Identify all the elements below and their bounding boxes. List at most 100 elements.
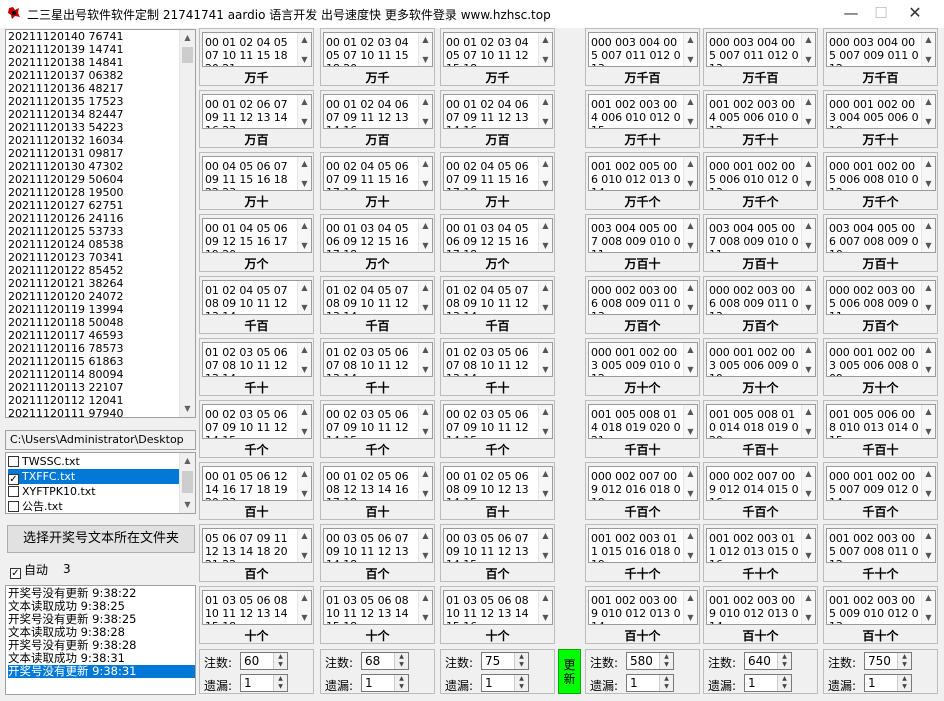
spinner-arrows[interactable]: ▲ ▼ [659, 675, 673, 691]
scroll-up-arrow-icon[interactable]: ▲ [419, 281, 432, 294]
spin-up-icon[interactable]: ▲ [515, 675, 528, 683]
combo-numbers-box[interactable]: 000 002 003 005 006 008 009 011▲▼ [826, 280, 936, 315]
scroll-down-arrow-icon[interactable]: ▼ [684, 487, 697, 500]
combo-scrollbar[interactable]: ▲ ▼ [683, 405, 697, 438]
scroll-up-arrow-icon[interactable]: ▲ [539, 95, 552, 108]
draw-row[interactable]: 20211120131 09817 [8, 147, 180, 160]
spinner-arrows[interactable]: ▲ ▼ [777, 653, 791, 669]
combo-numbers-box[interactable]: 00 01 02 04 06 07 09 11 12 13 14 16▲▼ [323, 94, 433, 129]
spinner-arrows[interactable]: ▲ ▼ [273, 675, 287, 691]
combo-numbers-box[interactable]: 01 02 04 05 07 08 09 10 11 12 13 14▲▼ [443, 280, 553, 315]
scroll-up-arrow-icon[interactable]: ▲ [539, 467, 552, 480]
draw-row[interactable]: 20211120129 50604 [8, 173, 180, 186]
draw-row[interactable]: 20211120134 82447 [8, 108, 180, 121]
scroll-down-arrow-icon[interactable]: ▼ [419, 53, 432, 66]
combo-scrollbar[interactable]: ▲ ▼ [921, 591, 935, 624]
count-value[interactable]: 68 [365, 654, 380, 668]
count-spinner[interactable]: 580 ▲ ▼ [626, 652, 674, 670]
spin-up-icon[interactable]: ▲ [660, 653, 673, 661]
draw-row[interactable]: 20211120121 38264 [8, 277, 180, 290]
scroll-up-arrow-icon[interactable]: ▲ [684, 219, 697, 232]
combo-numbers-box[interactable]: 000 002 003 006 008 009 011 013▲▼ [588, 280, 698, 315]
spin-down-icon[interactable]: ▼ [778, 661, 791, 669]
miss-value[interactable]: 1 [630, 676, 638, 690]
combo-numbers-box[interactable]: 001 002 003 011 015 016 018 019▲▼ [588, 528, 698, 563]
combo-scrollbar[interactable]: ▲ ▼ [538, 591, 552, 624]
scroll-up-arrow-icon[interactable]: ▲ [802, 281, 815, 294]
spin-up-icon[interactable]: ▲ [395, 675, 408, 683]
draw-row[interactable]: 20211120137 06382 [8, 69, 180, 82]
combo-scrollbar[interactable]: ▲ ▼ [801, 405, 815, 438]
combo-numbers-box[interactable]: 01 02 03 05 06 07 08 10 11 12 13 14▲▼ [323, 342, 433, 377]
draw-row[interactable]: 20211120133 54223 [8, 121, 180, 134]
scroll-down-arrow-icon[interactable]: ▼ [419, 301, 432, 314]
combo-numbers-box[interactable]: 000 002 007 009 012 014 015 016▲▼ [706, 466, 816, 501]
scroll-down-arrow-icon[interactable]: ▼ [684, 611, 697, 624]
scroll-down-arrow-icon[interactable]: ▼ [922, 177, 935, 190]
combo-scrollbar[interactable]: ▲ ▼ [801, 467, 815, 500]
scroll-up-arrow-icon[interactable]: ▲ [180, 453, 195, 469]
scroll-up-arrow-icon[interactable]: ▲ [419, 33, 432, 46]
scroll-up-arrow-icon[interactable]: ▲ [684, 281, 697, 294]
scroll-down-arrow-icon[interactable]: ▼ [298, 115, 311, 128]
scroll-down-arrow-icon[interactable]: ▼ [298, 611, 311, 624]
scroll-down-arrow-icon[interactable]: ▼ [539, 239, 552, 252]
scroll-up-arrow-icon[interactable]: ▲ [298, 405, 311, 418]
scroll-down-arrow-icon[interactable]: ▼ [539, 301, 552, 314]
scroll-down-arrow-icon[interactable]: ▼ [802, 487, 815, 500]
combo-scrollbar[interactable]: ▲ ▼ [683, 95, 697, 128]
combo-numbers-box[interactable]: 000 001 002 005 006 010 012 013▲▼ [706, 156, 816, 191]
draw-row[interactable]: 20211120112 12041 [8, 394, 180, 407]
maximize-button[interactable]: ☐ [866, 2, 896, 24]
scroll-thumb[interactable] [182, 47, 193, 63]
draw-history-list[interactable]: 20211120140 76741 20211120139 14741 202111… [5, 29, 196, 418]
spin-down-icon[interactable]: ▼ [395, 661, 408, 669]
combo-numbers-box[interactable]: 01 02 03 05 06 07 08 10 11 12 13 14▲▼ [202, 342, 312, 377]
combo-numbers-box[interactable]: 001 002 003 004 005 006 010 012▲▼ [706, 94, 816, 129]
scroll-up-arrow-icon[interactable]: ▲ [539, 281, 552, 294]
combo-numbers-box[interactable]: 000 003 004 005 007 011 012 013▲▼ [706, 32, 816, 67]
combo-scrollbar[interactable]: ▲ ▼ [921, 343, 935, 376]
combo-scrollbar[interactable]: ▲ ▼ [418, 467, 432, 500]
scroll-up-arrow-icon[interactable]: ▲ [539, 343, 552, 356]
combo-numbers-box[interactable]: 001 002 003 005 009 010 012 013▲▼ [826, 590, 936, 625]
scroll-up-arrow-icon[interactable]: ▲ [922, 343, 935, 356]
combo-numbers-box[interactable]: 003 004 005 007 008 009 010 011▲▼ [706, 218, 816, 253]
scroll-down-arrow-icon[interactable]: ▼ [922, 487, 935, 500]
combo-scrollbar[interactable]: ▲ ▼ [297, 467, 311, 500]
combo-scrollbar[interactable]: ▲ ▼ [683, 219, 697, 252]
combo-numbers-box[interactable]: 01 02 03 05 06 07 08 10 11 12 13 14▲▼ [443, 342, 553, 377]
count-spinner[interactable]: 750 ▲ ▼ [864, 652, 912, 670]
combo-numbers-box[interactable]: 000 003 004 005 007 009 011 012▲▼ [826, 32, 936, 67]
scroll-down-arrow-icon[interactable]: ▼ [419, 549, 432, 562]
scroll-up-arrow-icon[interactable]: ▲ [539, 591, 552, 604]
scroll-down-arrow-icon[interactable]: ▼ [684, 549, 697, 562]
miss-value[interactable]: 1 [868, 676, 876, 690]
draw-row[interactable]: 20211120114 80094 [8, 368, 180, 381]
combo-scrollbar[interactable]: ▲ ▼ [418, 95, 432, 128]
miss-value[interactable]: 1 [748, 676, 756, 690]
draw-row[interactable]: 20211120116 78573 [8, 342, 180, 355]
scroll-down-arrow-icon[interactable]: ▼ [539, 53, 552, 66]
combo-numbers-box[interactable]: 00 04 05 06 07 09 11 15 16 18 22 23▲▼ [202, 156, 312, 191]
miss-value[interactable]: 1 [244, 676, 252, 690]
scroll-up-arrow-icon[interactable]: ▲ [802, 529, 815, 542]
spin-down-icon[interactable]: ▼ [898, 683, 911, 691]
combo-scrollbar[interactable]: ▲ ▼ [418, 33, 432, 66]
combo-numbers-box[interactable]: 003 004 005 007 008 009 010 011▲▼ [588, 218, 698, 253]
scroll-down-arrow-icon[interactable]: ▼ [298, 363, 311, 376]
scroll-down-arrow-icon[interactable]: ▼ [684, 53, 697, 66]
combo-scrollbar[interactable]: ▲ ▼ [801, 281, 815, 314]
scroll-up-arrow-icon[interactable]: ▲ [298, 157, 311, 170]
combo-scrollbar[interactable]: ▲ ▼ [538, 343, 552, 376]
scroll-up-arrow-icon[interactable]: ▲ [180, 30, 195, 46]
combo-scrollbar[interactable]: ▲ ▼ [801, 591, 815, 624]
scroll-down-arrow-icon[interactable]: ▼ [539, 115, 552, 128]
scroll-up-arrow-icon[interactable]: ▲ [802, 33, 815, 46]
miss-value[interactable]: 1 [365, 676, 373, 690]
scroll-down-arrow-icon[interactable]: ▼ [684, 301, 697, 314]
scroll-down-arrow-icon[interactable]: ▼ [802, 115, 815, 128]
scroll-up-arrow-icon[interactable]: ▲ [539, 219, 552, 232]
combo-scrollbar[interactable]: ▲ ▼ [801, 95, 815, 128]
scroll-up-arrow-icon[interactable]: ▲ [922, 405, 935, 418]
